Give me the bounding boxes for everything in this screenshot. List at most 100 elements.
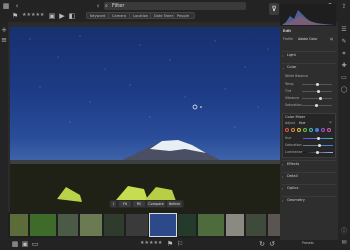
- temp-label: Temp: [285, 82, 294, 86]
- edit-sliders-icon[interactable]: ☰: [340, 26, 348, 34]
- targeted-adjust-icon[interactable]: ◎: [329, 120, 332, 124]
- saturation-slider-knob[interactable]: [315, 104, 318, 107]
- section-effects[interactable]: › Effects: [282, 160, 336, 169]
- app-logo-icon: ▦: [2, 2, 10, 10]
- thumbnail[interactable]: [246, 214, 266, 236]
- thumbnail[interactable]: [198, 214, 224, 236]
- photo-type-icon[interactable]: ▣: [48, 12, 56, 20]
- section-geometry-label: Geometry: [287, 198, 305, 202]
- info-icon[interactable]: i: [111, 201, 116, 207]
- rating-stars[interactable]: ★★★★★: [140, 239, 162, 248]
- info-panel-icon[interactable]: ⓘ: [340, 228, 348, 236]
- add-photos-icon[interactable]: +: [0, 26, 8, 34]
- mixer-saturation-knob[interactable]: [318, 144, 321, 147]
- grid-view-icon[interactable]: ▦: [11, 240, 19, 248]
- vibrance-slider[interactable]: [302, 98, 332, 99]
- compare-button[interactable]: Compare: [147, 201, 165, 207]
- share-icon[interactable]: ⇪: [340, 3, 348, 11]
- chevron-right-icon: ›: [282, 187, 284, 191]
- temp-slider-knob[interactable]: [316, 83, 319, 86]
- thumbnail[interactable]: [178, 214, 196, 236]
- swatch-magenta[interactable]: [327, 128, 331, 132]
- histogram: [280, 4, 336, 26]
- cursor-dot: [200, 106, 202, 108]
- section-color[interactable]: ⌄ Color: [282, 63, 336, 72]
- swatch-red[interactable]: [285, 128, 289, 132]
- flag-reject-icon[interactable]: ⚐: [176, 240, 184, 248]
- section-light-label: Light: [287, 53, 296, 57]
- gradient-icon[interactable]: ▭: [340, 74, 348, 82]
- thumbnail[interactable]: [30, 214, 56, 236]
- stars-layer: [29, 35, 269, 128]
- vibrance-slider-knob[interactable]: [319, 97, 322, 100]
- thumbnail[interactable]: [226, 214, 244, 236]
- thumbnail[interactable]: [58, 214, 78, 236]
- section-geometry[interactable]: › Geometry: [282, 196, 336, 205]
- rotate-icon[interactable]: ↻: [258, 240, 266, 248]
- swatch-green[interactable]: [303, 128, 307, 132]
- vibrance-label: Vibrance: [285, 96, 300, 100]
- swatch-blue[interactable]: [315, 128, 319, 132]
- radial-icon[interactable]: ◯: [340, 86, 348, 94]
- detail-view-icon[interactable]: ▭: [31, 240, 39, 248]
- thumbnail[interactable]: [126, 214, 148, 236]
- heal-icon[interactable]: ✚: [340, 62, 348, 70]
- profile-label: Profile: [283, 37, 293, 41]
- crop-icon[interactable]: ⌗: [340, 50, 348, 58]
- fill-button[interactable]: Fill: [133, 201, 145, 207]
- edited-type-icon[interactable]: ◧: [68, 12, 76, 20]
- people-filter[interactable]: People: [173, 12, 195, 19]
- tint-slider-knob[interactable]: [317, 90, 320, 93]
- swatch-orange[interactable]: [291, 128, 295, 132]
- histogram-graph: [282, 10, 334, 25]
- profile-dropdown[interactable]: Adobe Color: [298, 37, 317, 41]
- flag-icon[interactable]: ⚑: [11, 12, 19, 20]
- fit-button[interactable]: Fit: [119, 201, 131, 207]
- view-tools: i Fit Fill Compare Before: [109, 200, 184, 208]
- thumbnail[interactable]: [268, 214, 280, 236]
- chevron-down-icon: ⌄: [282, 66, 285, 70]
- thumbnail[interactable]: [104, 214, 124, 236]
- section-color-label: Color: [287, 65, 297, 69]
- before-button[interactable]: Before: [167, 201, 182, 207]
- swatch-aqua[interactable]: [309, 128, 313, 132]
- swatch-yellow[interactable]: [297, 128, 301, 132]
- cursor-target: [192, 104, 198, 110]
- main-photo[interactable]: [10, 27, 280, 212]
- section-light[interactable]: › Light: [282, 51, 336, 60]
- back-icon[interactable]: ‹: [13, 2, 21, 10]
- edit-title: Edit: [283, 29, 291, 33]
- profile-browse-icon[interactable]: ▤: [330, 37, 333, 41]
- thumbnail[interactable]: [80, 214, 102, 236]
- filmstrip: [8, 212, 280, 238]
- edit-panel: Edit Profile Adobe Color ▤ › Light ⌄ Col…: [280, 26, 338, 240]
- search-input-text: Filter: [112, 3, 125, 9]
- luminance-slider-knob[interactable]: [316, 151, 319, 154]
- luminance-label: Luminance: [285, 150, 303, 154]
- left-rail: + ≡: [0, 22, 8, 250]
- library-icon[interactable]: ≡: [0, 36, 8, 44]
- comments-icon[interactable]: ✉: [340, 239, 348, 247]
- video-type-icon[interactable]: ▶: [58, 12, 66, 20]
- hue-label: Hue: [285, 136, 292, 140]
- color-mixer-title: Color Mixer: [285, 115, 306, 119]
- square-grid-icon[interactable]: ▣: [21, 240, 29, 248]
- hue-slider-knob[interactable]: [317, 137, 320, 140]
- chevron-left-icon[interactable]: ‹: [94, 2, 102, 10]
- search-field[interactable]: ⌕ Filter: [104, 2, 246, 10]
- rotate-ccw-icon[interactable]: ↺: [268, 240, 276, 248]
- flag-pick-icon[interactable]: ⚑: [166, 240, 174, 248]
- thumbnail[interactable]: [10, 214, 28, 236]
- section-optics[interactable]: › Optics: [282, 184, 336, 193]
- photo-canvas: [10, 35, 280, 212]
- color-mixer-mode-dropdown[interactable]: Hue: [299, 121, 305, 125]
- chevron-right-icon: ›: [282, 175, 284, 179]
- color-swatches: [285, 128, 335, 134]
- section-detail[interactable]: › Detail: [282, 172, 336, 181]
- thumbnail-selected[interactable]: [149, 213, 177, 237]
- brush-icon[interactable]: ✎: [340, 38, 348, 46]
- presets-label[interactable]: Presets: [302, 241, 314, 245]
- color-mixer-adjust-label: Adjust: [285, 121, 295, 125]
- rating-filter[interactable]: ★★★★★: [22, 11, 44, 20]
- swatch-purple[interactable]: [321, 128, 325, 132]
